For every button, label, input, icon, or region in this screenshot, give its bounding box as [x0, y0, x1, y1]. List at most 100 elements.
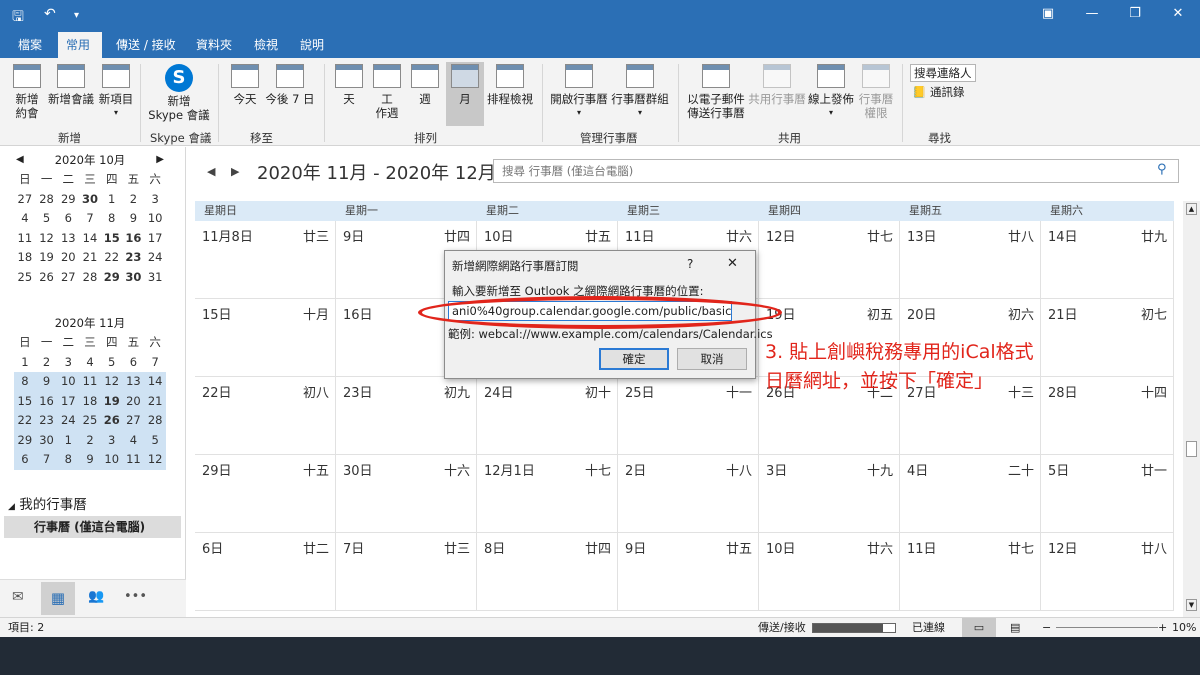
work-week-view-button[interactable]: 工 作週: [372, 64, 402, 120]
search-people-input[interactable]: 搜尋連絡人: [910, 64, 976, 82]
mini-calendar-day[interactable]: 6: [14, 450, 36, 470]
mini-calendar-day[interactable]: 16: [123, 229, 145, 249]
share-calendar-button[interactable]: 共用行事曆: [748, 64, 806, 106]
new-appointment-button[interactable]: 新增 約會: [10, 64, 44, 120]
scroll-thumb[interactable]: [1186, 441, 1197, 457]
mini-calendar-day[interactable]: 22: [14, 411, 36, 431]
month-view-button[interactable]: 月: [446, 62, 484, 126]
mini-calendar-day[interactable]: 13: [57, 229, 79, 249]
publish-online-button[interactable]: 線上發佈 ▾: [806, 64, 856, 120]
mini-calendar-day[interactable]: 30: [35, 430, 58, 450]
calendar-permissions-button[interactable]: 行事曆 權限: [856, 64, 896, 120]
week-view-button[interactable]: 週: [410, 64, 440, 106]
mini-calendar-day[interactable]: 4: [79, 353, 101, 373]
maximize-button[interactable]: ❐: [1125, 6, 1145, 21]
mini-calendar-day[interactable]: 18: [14, 248, 36, 268]
next-icon[interactable]: ▶: [231, 165, 239, 178]
mini-calendar-day[interactable]: 3: [100, 430, 123, 450]
mini-calendar-day[interactable]: 2: [79, 430, 101, 450]
mini-calendar-day[interactable]: 27: [14, 190, 36, 210]
mini-calendar-day[interactable]: 10: [144, 209, 166, 229]
new-meeting-button[interactable]: 新增會議: [46, 64, 96, 106]
day-cell[interactable]: 25日 十一: [618, 377, 759, 455]
day-cell[interactable]: 22日 初八: [195, 377, 336, 455]
mini-calendar-day[interactable]: 22: [101, 248, 123, 268]
mini-calendar-day[interactable]: 14: [144, 372, 166, 392]
day-cell[interactable]: 4日 二十: [900, 455, 1041, 533]
day-cell[interactable]: 9日 廿五: [618, 533, 759, 611]
mini-calendar-day[interactable]: 20: [122, 391, 145, 411]
mini-calendar-day[interactable]: 27: [122, 411, 145, 431]
customize-quick-access-icon[interactable]: ▾: [74, 10, 79, 21]
today-button[interactable]: 今天: [226, 64, 264, 106]
scroll-down-icon[interactable]: ▼: [1186, 599, 1197, 611]
mini-calendar-day[interactable]: 28: [36, 190, 58, 210]
open-calendar-button[interactable]: 開啟行事曆 ▾: [550, 64, 608, 120]
mini-calendar-day[interactable]: 15: [14, 391, 36, 411]
tab-file[interactable]: 檔案: [10, 32, 50, 58]
mini-calendar-day[interactable]: 7: [79, 209, 101, 229]
my-calendars-header[interactable]: ◢ 我的行事曆: [8, 493, 87, 513]
mini-calendar-day[interactable]: 13: [122, 372, 145, 392]
mini-calendar-day[interactable]: 23: [35, 411, 58, 431]
normal-view-icon[interactable]: ▭: [962, 618, 996, 637]
day-cell[interactable]: 15日 十月: [195, 299, 336, 377]
day-cell[interactable]: 5日 廿一: [1041, 455, 1174, 533]
mini-calendar-day[interactable]: 28: [79, 268, 101, 288]
mini-calendar-day[interactable]: 9: [79, 450, 101, 470]
mini-calendar-day[interactable]: 6: [123, 353, 145, 373]
mini-calendar-day[interactable]: 17: [57, 391, 80, 411]
mini-calendar-day[interactable]: 26: [100, 411, 123, 431]
mini-calendar-day[interactable]: 5: [36, 209, 58, 229]
mini-calendar-day[interactable]: 30: [79, 190, 101, 210]
minimize-button[interactable]: —: [1082, 6, 1102, 21]
day-cell[interactable]: 12日 廿八: [1041, 533, 1174, 611]
day-cell[interactable]: 2日 十八: [618, 455, 759, 533]
mail-icon[interactable]: ✉: [12, 589, 24, 605]
day-cell[interactable]: 12月1日 十七: [477, 455, 618, 533]
day-view-button[interactable]: 天: [334, 64, 364, 106]
zoom-in-icon[interactable]: +: [1158, 618, 1167, 637]
day-cell[interactable]: 28日 十四: [1041, 377, 1174, 455]
day-cell[interactable]: 23日 初九: [336, 377, 477, 455]
day-cell[interactable]: 10日 廿六: [759, 533, 900, 611]
mini-calendar-day[interactable]: 11: [122, 450, 145, 470]
mini-calendar-day[interactable]: 17: [144, 229, 166, 249]
mini-calendar-day[interactable]: 23: [123, 248, 145, 268]
dialog-close-icon[interactable]: ✕: [727, 256, 738, 271]
mini-calendar-day[interactable]: 25: [79, 411, 101, 431]
scroll-up-icon[interactable]: ▲: [1186, 203, 1197, 215]
mini-calendar-day[interactable]: 11: [14, 229, 36, 249]
people-icon[interactable]: 👥: [88, 589, 104, 604]
mini-calendar-day[interactable]: 3: [57, 353, 79, 373]
tab-view[interactable]: 檢視: [246, 32, 286, 58]
mini-calendar-day[interactable]: 10: [57, 372, 80, 392]
calendar-icon[interactable]: ▦: [41, 582, 75, 615]
day-cell[interactable]: 14日 廿九: [1041, 221, 1174, 299]
mini-calendar-day[interactable]: 7: [144, 353, 166, 373]
mini-calendar-day[interactable]: 15: [101, 229, 123, 249]
mini-calendar-day[interactable]: 4: [122, 430, 145, 450]
more-icon[interactable]: •••: [124, 589, 147, 604]
mini-calendar-day[interactable]: 1: [57, 430, 80, 450]
mini-calendar-day[interactable]: 19: [36, 248, 58, 268]
mini-calendar-day[interactable]: 21: [144, 391, 166, 411]
tab-folder[interactable]: 資料夾: [188, 32, 240, 58]
mini-calendar-day[interactable]: 8: [14, 372, 36, 392]
mini-calendar-day[interactable]: 21: [79, 248, 101, 268]
zoom-out-icon[interactable]: −: [1042, 618, 1051, 637]
day-cell[interactable]: 3日 十九: [759, 455, 900, 533]
search-icon[interactable]: ⚲: [1157, 162, 1167, 177]
mini-calendar-day[interactable]: 20: [57, 248, 79, 268]
search-calendar-input[interactable]: 搜尋 行事曆 (僅這台電腦): [493, 159, 1179, 183]
cancel-button[interactable]: 取消: [677, 348, 747, 370]
tab-send-receive[interactable]: 傳送 / 接收: [108, 32, 184, 58]
tab-help[interactable]: 說明: [292, 32, 332, 58]
mini-calendar-day[interactable]: 6: [57, 209, 79, 229]
mini-calendar-day[interactable]: 14: [79, 229, 101, 249]
mini-calendar-day[interactable]: 18: [79, 391, 101, 411]
mini-calendar-day[interactable]: 1: [14, 353, 36, 373]
mini-calendar-day[interactable]: 24: [144, 248, 166, 268]
next-month-icon[interactable]: ▶: [156, 150, 164, 170]
vertical-scrollbar[interactable]: ▲ ▼: [1183, 201, 1200, 617]
